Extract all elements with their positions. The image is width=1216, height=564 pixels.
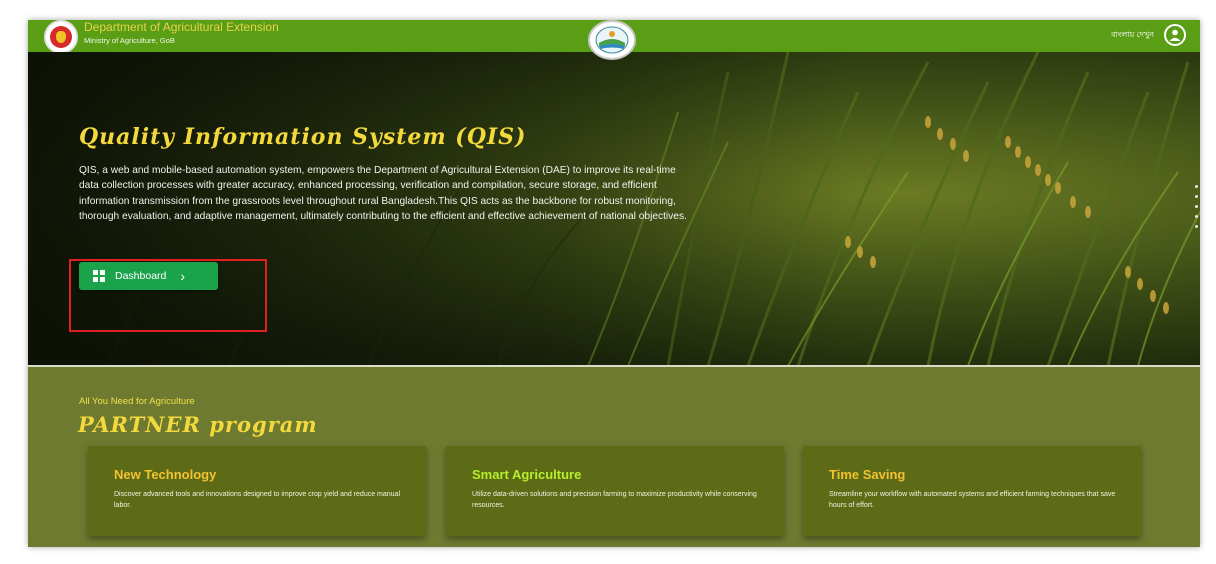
red-highlight-box — [69, 259, 267, 332]
slider-dot[interactable] — [1195, 185, 1198, 188]
slider-dots[interactable] — [1195, 185, 1198, 228]
partner-section: All You Need for Agriculture PARTNER pro… — [28, 367, 1200, 547]
feature-card-smart-agriculture[interactable]: Smart Agriculture Utilize data-driven so… — [446, 446, 784, 536]
organization-name: Department of Agricultural Extension — [84, 20, 279, 34]
card-description: Streamline your workflow with automated … — [829, 491, 1116, 509]
page-frame: Department of Agricultural Extension Min… — [28, 20, 1200, 547]
user-circle-icon[interactable] — [1164, 24, 1186, 46]
feature-card-new-technology[interactable]: New Technology Discover advanced tools a… — [88, 446, 426, 536]
top-navbar: Department of Agricultural Extension Min… — [28, 20, 1200, 60]
government-seal-icon[interactable] — [44, 20, 78, 54]
card-title: Smart Agriculture — [472, 467, 582, 482]
hero-description: QIS, a web and mobile-based automation s… — [79, 165, 687, 222]
partner-title: PARTNER program — [78, 412, 318, 437]
card-description: Utilize data-driven solutions and precis… — [472, 491, 757, 509]
card-description: Discover advanced tools and innovations … — [114, 491, 401, 509]
card-title: Time Saving — [829, 467, 906, 482]
section-kicker: All You Need for Agriculture — [79, 396, 195, 407]
slider-dot[interactable] — [1195, 215, 1198, 218]
slider-dot[interactable] — [1195, 195, 1198, 198]
card-title: New Technology — [114, 467, 217, 482]
feature-card-time-saving[interactable]: Time Saving Streamline your workflow wit… — [803, 446, 1141, 536]
hero-banner: Quality Information System (QIS) QIS, a … — [28, 52, 1200, 366]
language-toggle-link[interactable]: বাংলায় দেখুন — [1111, 29, 1154, 42]
user-glyph — [1169, 29, 1181, 41]
organization-block: Department of Agricultural Extension Min… — [84, 20, 279, 47]
emblem-graphic — [595, 26, 629, 54]
organization-subtitle: Ministry of Agriculture, GoB — [84, 36, 175, 45]
slider-dot[interactable] — [1195, 205, 1198, 208]
slider-dot[interactable] — [1195, 225, 1198, 228]
qis-emblem-icon[interactable] — [588, 20, 636, 60]
hero-title: Quality Information System (QIS) — [79, 124, 527, 150]
